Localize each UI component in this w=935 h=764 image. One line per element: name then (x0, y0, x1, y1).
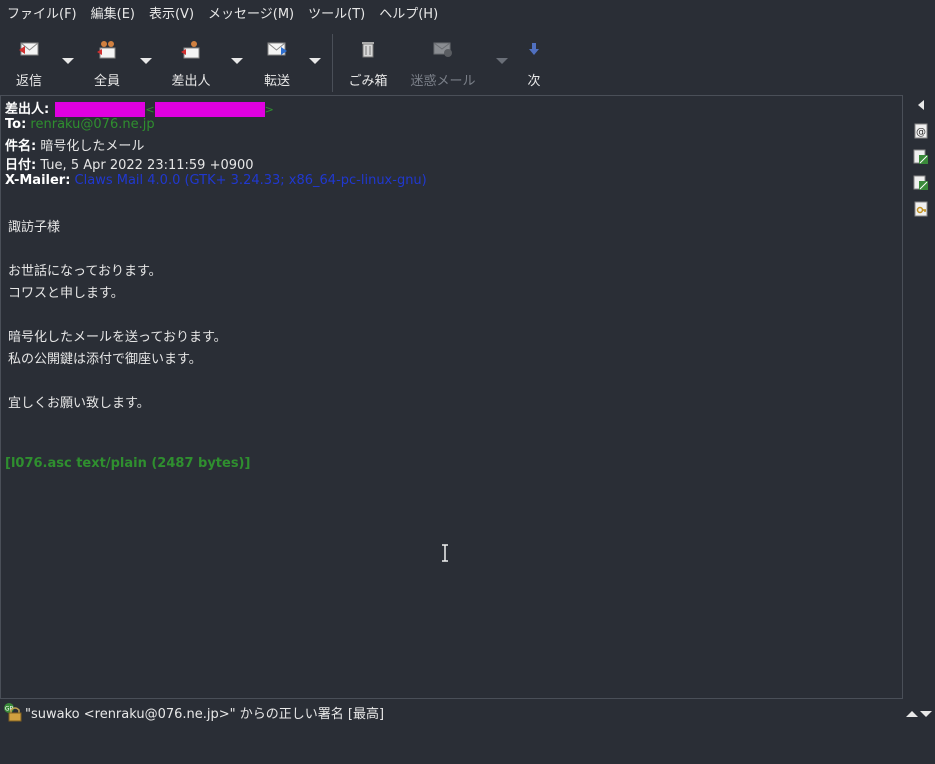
spam-icon (431, 38, 455, 60)
spam-button[interactable]: 迷惑メール (410, 38, 476, 90)
text-cursor-icon (440, 544, 450, 562)
signature-part-icon[interactable] (913, 175, 929, 191)
reply-button[interactable]: 返信 (14, 38, 44, 90)
spam-dropdown-arrow[interactable] (496, 58, 508, 66)
toolbar-separator (332, 34, 333, 92)
svg-text:@: @ (916, 127, 926, 138)
signature-status: "suwako <renraku@076.ne.jp>" からの正しい署名 [最… (25, 707, 385, 722)
attachment-link[interactable]: [l076.asc text/plain (2487 bytes)] (5, 456, 250, 471)
body-line: 私の公開鍵は添付で御座います。 (8, 352, 202, 367)
reply-sender-button[interactable]: 差出人 (170, 38, 212, 90)
menu-help[interactable]: ヘルプ(H) (372, 0, 445, 30)
message-view[interactable]: 差出人: < > To: renraku@076.ne.jp 件名: 暗号化したメ… (0, 95, 903, 699)
menu-tools[interactable]: ツール(T) (301, 0, 372, 30)
reply-sender-icon (179, 38, 203, 60)
reply-icon (17, 38, 41, 60)
reply-all-button[interactable]: 全員 (92, 38, 122, 90)
body-line: コワスと申します。 (8, 286, 124, 301)
body-line: 暗号化したメールを送っております。 (8, 330, 227, 345)
trash-icon (356, 38, 380, 60)
body-line: 宜しくお願い致します。 (8, 396, 150, 411)
menu-view[interactable]: 表示(V) (142, 0, 201, 30)
header-from: 差出人: < > (5, 102, 274, 117)
next-button[interactable]: 次 (524, 38, 544, 90)
menubar: ファイル(F) 編集(E) 表示(V) メッセージ(M) ツール(T) ヘルプ(… (0, 0, 935, 30)
forward-dropdown-arrow[interactable] (309, 58, 321, 66)
signed-part-icon[interactable] (913, 149, 929, 165)
status-bar: GP "suwako <renraku@076.ne.jp>" からの正しい署名… (0, 700, 935, 724)
collapse-left-icon[interactable] (913, 97, 929, 113)
menu-message[interactable]: メッセージ(M) (201, 0, 301, 30)
header-to: To: renraku@076.ne.jp (5, 117, 155, 132)
reply-dropdown-arrow[interactable] (62, 58, 74, 66)
menu-file[interactable]: ファイル(F) (0, 0, 84, 30)
signature-lock-icon[interactable]: GP (3, 702, 23, 722)
reply-all-dropdown-arrow[interactable] (140, 58, 152, 66)
toolbar: 返信 全員 差出人 転送 ごみ箱 迷惑メール 次 (0, 34, 935, 94)
trash-button[interactable]: ごみ箱 (347, 38, 389, 90)
redacted-name (55, 102, 146, 117)
menu-edit[interactable]: 編集(E) (84, 0, 142, 30)
key-attachment-icon[interactable] (913, 201, 929, 217)
to-address-link[interactable]: renraku@076.ne.jp (30, 117, 154, 132)
email-part-icon[interactable]: @ (913, 123, 929, 139)
body-line: 諏訪子様 (8, 220, 61, 235)
down-arrow-icon (522, 38, 546, 60)
redacted-email (154, 102, 265, 117)
body-line: お世話になっております。 (8, 264, 162, 279)
forward-button[interactable]: 転送 (262, 38, 292, 90)
mime-part-strip: @ (905, 95, 935, 697)
reply-sender-dropdown-arrow[interactable] (231, 58, 243, 66)
forward-icon (265, 38, 289, 60)
header-xmailer: X-Mailer: Claws Mail 4.0.0 (GTK+ 3.24.33… (5, 173, 427, 188)
header-subject: 件名: 暗号化したメール (5, 139, 145, 154)
scroll-arrows-icon[interactable] (904, 708, 932, 718)
header-date: 日付: Tue, 5 Apr 2022 23:11:59 +0900 (5, 158, 254, 173)
reply-all-icon (95, 38, 119, 60)
